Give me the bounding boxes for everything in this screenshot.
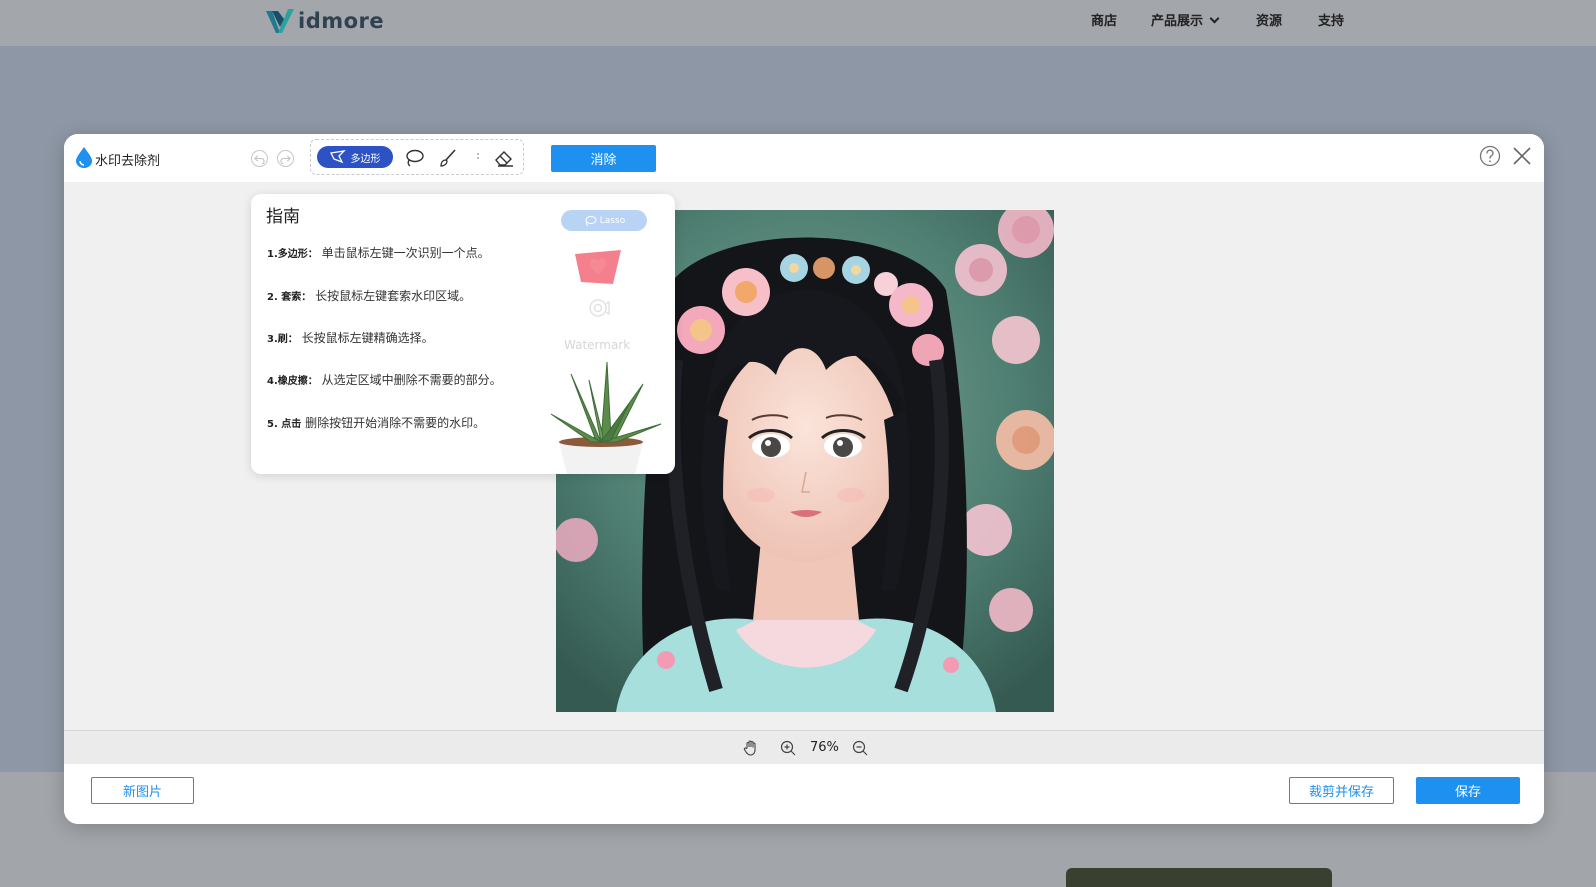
zoom-bar: 76% <box>64 730 1544 764</box>
save-button[interactable]: 保存 <box>1416 777 1520 804</box>
redo-icon <box>280 155 291 164</box>
guide-panel: 指南 1.多边形： 单击鼠标左键一次识别一个点。 2. 套索： 长按鼠标左键套索… <box>251 194 675 474</box>
hand-pan-icon[interactable] <box>742 739 760 757</box>
guide-item-polygon: 1.多边形： 单击鼠标左键一次识别一个点。 <box>267 244 490 261</box>
nav-products[interactable]: 产品展示 <box>1151 10 1220 29</box>
guide-title: 指南 <box>266 207 300 227</box>
guide-item-brush: 3.刷： 长按鼠标左键精确选择。 <box>267 329 434 346</box>
modal-toolbar: 水印去除剂 多边形 消除 <box>64 134 1544 182</box>
guide-item-label: 1.多边形： <box>267 249 318 260</box>
redo-button[interactable] <box>277 150 294 167</box>
vidmore-logo[interactable]: idmore <box>264 4 384 38</box>
zoom-out-icon[interactable] <box>851 739 869 757</box>
guide-item-label: 2. 套索： <box>267 292 312 303</box>
watermark-logo-icon <box>589 299 610 317</box>
tool-separator <box>477 153 479 163</box>
crop-and-save-button[interactable]: 裁剪并保存 <box>1289 777 1394 804</box>
nav-products-label: 产品展示 <box>1151 14 1204 29</box>
undo-icon <box>254 155 265 164</box>
modal-footer: 新图片 裁剪并保存 保存 <box>64 764 1544 824</box>
polygon-icon <box>329 150 346 164</box>
lasso-icon[interactable] <box>403 148 425 168</box>
nav-support[interactable]: 支持 <box>1318 10 1344 29</box>
brush-icon[interactable] <box>437 148 459 168</box>
polygon-tool-label: 多边形 <box>350 153 381 165</box>
guide-item-eraser: 4.橡皮擦： 从选定区域中删除不需要的部分。 <box>267 371 502 388</box>
polygon-tool-button[interactable]: 多边形 <box>317 146 393 168</box>
help-icon[interactable] <box>1479 145 1501 167</box>
vidmore-v-icon <box>266 9 294 33</box>
zoom-level: 76% <box>810 740 839 755</box>
selection-tools-group: 多边形 <box>310 139 524 175</box>
close-icon[interactable] <box>1511 145 1533 167</box>
guide-item-text: 删除按钮开始消除不需要的水印。 <box>305 416 486 430</box>
guide-item-label: 3.刷： <box>267 334 298 345</box>
guide-item-text: 长按鼠标左键精确选择。 <box>301 331 434 345</box>
website-header: idmore 商店 产品展示 资源 支持 <box>0 0 1596 46</box>
website-thumbnail <box>1066 868 1332 887</box>
demo-selection-icon <box>575 250 621 284</box>
guide-item-click-erase: 5. 点击 删除按钮开始消除不需要的水印。 <box>267 414 485 431</box>
zoom-in-icon[interactable] <box>779 739 797 757</box>
chevron-down-icon <box>1209 13 1220 24</box>
demo-plant-image <box>550 361 662 474</box>
water-drop-icon <box>76 147 92 168</box>
modal-title: 水印去除剂 <box>95 154 161 169</box>
nav-resources[interactable]: 资源 <box>1256 10 1282 29</box>
guide-item-label: 4.橡皮擦： <box>267 376 318 387</box>
guide-item-label: 5. 点击 <box>267 419 302 430</box>
logo-text: idmore <box>298 9 385 33</box>
demo-lasso-pill: Lasso <box>561 210 647 231</box>
demo-watermark-text: Watermark <box>564 338 631 352</box>
lasso-icon <box>585 216 597 226</box>
new-image-button[interactable]: 新图片 <box>91 777 194 804</box>
erase-button[interactable]: 消除 <box>551 145 656 172</box>
undo-button[interactable] <box>251 150 268 167</box>
nav-shop[interactable]: 商店 <box>1091 10 1117 29</box>
guide-item-text: 单击鼠标左键一次识别一个点。 <box>321 246 490 260</box>
guide-item-text: 长按鼠标左键套索水印区域。 <box>315 289 472 303</box>
guide-item-lasso: 2. 套索： 长按鼠标左键套索水印区域。 <box>267 287 471 304</box>
guide-item-text: 从选定区域中删除不需要的部分。 <box>321 373 502 387</box>
demo-lasso-label: Lasso <box>599 215 626 226</box>
eraser-icon[interactable] <box>493 148 515 168</box>
